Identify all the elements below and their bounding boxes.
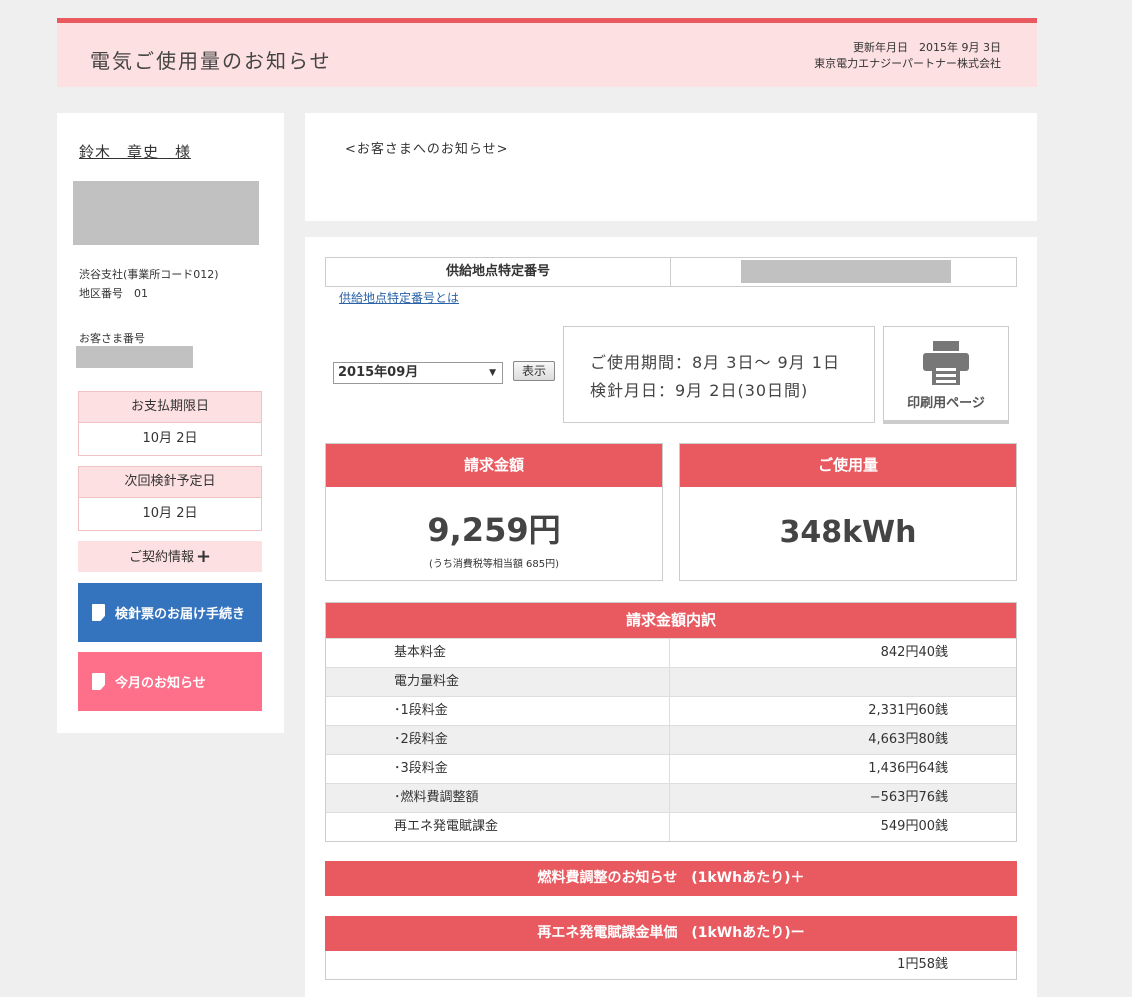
row-label: 基本料金: [326, 639, 670, 667]
monthly-notice-button[interactable]: 今月のお知らせ: [78, 652, 262, 711]
redacted-address: [73, 181, 259, 245]
branch-name: 渋谷支社(事業所コード012): [79, 268, 219, 281]
row-label: ･3段料金: [326, 755, 670, 783]
row-value: 842円40銭: [880, 645, 948, 660]
usage-label: ご使用量: [680, 444, 1016, 487]
header-meta: 更新年月日 2015年 9月 3日 東京電力エナジーパートナー株式会社: [814, 40, 1001, 72]
billing-card: 請求金額 9,259円 (うち消費税等相当額 685円): [325, 443, 663, 581]
renewable-levy-toggle[interactable]: 再エネ発電賦課金単価 (1kWhあたり)ー: [325, 916, 1017, 951]
meter-slip-label: 検針票のお届け手続き: [115, 607, 246, 622]
company-name: 東京電力エナジーパートナー株式会社: [814, 57, 1001, 70]
show-button[interactable]: 表示: [513, 361, 555, 381]
supply-point-table: 供給地点特定番号: [325, 257, 1017, 287]
month-selected-value: 2015年09月: [338, 365, 419, 380]
customer-name[interactable]: 鈴木 章史 様: [79, 141, 191, 162]
tax-note: (うち消費税等相当額 685円): [428, 559, 560, 570]
row-value: 4,663円80銭: [868, 732, 948, 747]
usage-value: 348kWh: [779, 515, 917, 550]
next-reading-value: 10月 2日: [142, 506, 198, 521]
table-row: ･3段料金 1,436円64銭: [326, 754, 1016, 783]
row-label: ･1段料金: [326, 697, 670, 725]
notice-title: <お客さまへのお知らせ>: [345, 142, 509, 157]
sidebar: 鈴木 章史 様 渋谷支社(事業所コード012) 地区番号 01 お客さま番号 お…: [57, 113, 284, 733]
table-row: 基本料金 842円40銭: [326, 638, 1016, 667]
row-value: 1,436円64銭: [868, 761, 948, 776]
table-row: 電力量料金: [326, 667, 1016, 696]
row-value: 549円00銭: [880, 819, 948, 834]
period-box: ご使用期間：8月 3日～ 9月 1日 検針月日：9月 2日(30日間): [563, 326, 875, 423]
district-number: 地区番号 01: [79, 287, 148, 300]
branch-info: 渋谷支社(事業所コード012) 地区番号 01: [79, 265, 219, 303]
dropdown-arrow-icon: ▼: [489, 368, 496, 378]
customer-number-label: お客さま番号: [79, 332, 145, 345]
month-select[interactable]: 2015年09月 ▼: [333, 362, 503, 384]
page-header: 電気ご使用量のお知らせ 更新年月日 2015年 9月 3日 東京電力エナジーパー…: [57, 18, 1037, 87]
printer-icon: [923, 341, 969, 385]
usage-card: ご使用量 348kWh: [679, 443, 1017, 581]
meter-slip-button[interactable]: 検針票のお届け手続き: [78, 583, 262, 642]
monthly-notice-label: 今月のお知らせ: [115, 676, 206, 691]
print-page-label: 印刷用ページ: [907, 396, 985, 411]
payment-due-box: お支払期限日 10月 2日: [78, 391, 262, 456]
row-label: ･2段料金: [326, 726, 670, 754]
supply-point-help-link[interactable]: 供給地点特定番号とは: [339, 289, 459, 306]
table-row: 再エネ発電賦課金 549円00銭: [326, 812, 1016, 841]
update-date: 更新年月日 2015年 9月 3日: [853, 41, 1001, 54]
billing-amount: 9,259円: [427, 511, 561, 549]
contract-info-label: ご契約情報: [128, 550, 194, 565]
redacted-customer-number: [76, 346, 193, 368]
contract-info-toggle[interactable]: ご契約情報 +: [78, 541, 262, 572]
supply-point-value: [671, 258, 1016, 286]
document-icon: [92, 604, 105, 621]
main-panel: 供給地点特定番号 供給地点特定番号とは 2015年09月 ▼ 表示 ご使用期間：…: [305, 237, 1037, 997]
usage-period: ご使用期間：8月 3日～ 9月 1日: [590, 353, 840, 372]
row-value: 2,331円60銭: [868, 703, 948, 718]
notice-panel: <お客さまへのお知らせ>: [305, 113, 1037, 221]
table-row: ･燃料費調整額 −563円76銭: [326, 783, 1016, 812]
redacted-supply-number: [741, 260, 951, 283]
page-title: 電気ご使用量のお知らせ: [90, 49, 332, 73]
supply-point-label: 供給地点特定番号: [326, 258, 671, 286]
row-label: 電力量料金: [326, 668, 670, 696]
next-reading-box: 次回検針予定日 10月 2日: [78, 466, 262, 531]
table-row: ･2段料金 4,663円80銭: [326, 725, 1016, 754]
document-icon: [92, 673, 105, 690]
fuel-adjustment-toggle[interactable]: 燃料費調整のお知らせ (1kWhあたり)＋: [325, 861, 1017, 896]
plus-icon: +: [195, 546, 212, 567]
billing-breakdown-table: 請求金額内訳 基本料金 842円40銭 電力量料金 ･1段料金 2,331円60…: [325, 602, 1017, 842]
row-label: 再エネ発電賦課金: [326, 813, 670, 841]
renewable-levy-value: 1円58銭: [325, 951, 1017, 980]
row-label: ･燃料費調整額: [326, 784, 670, 812]
reading-date: 検針月日：9月 2日(30日間): [590, 381, 809, 400]
row-value: [670, 668, 1016, 696]
table-row: ･1段料金 2,331円60銭: [326, 696, 1016, 725]
print-page-button[interactable]: 印刷用ページ: [883, 326, 1009, 421]
next-reading-label: 次回検針予定日: [79, 467, 261, 498]
billing-label: 請求金額: [326, 444, 662, 487]
row-value: −563円76銭: [869, 790, 948, 805]
breakdown-title: 請求金額内訳: [326, 603, 1016, 638]
payment-due-label: お支払期限日: [79, 392, 261, 423]
payment-due-value: 10月 2日: [142, 431, 198, 446]
